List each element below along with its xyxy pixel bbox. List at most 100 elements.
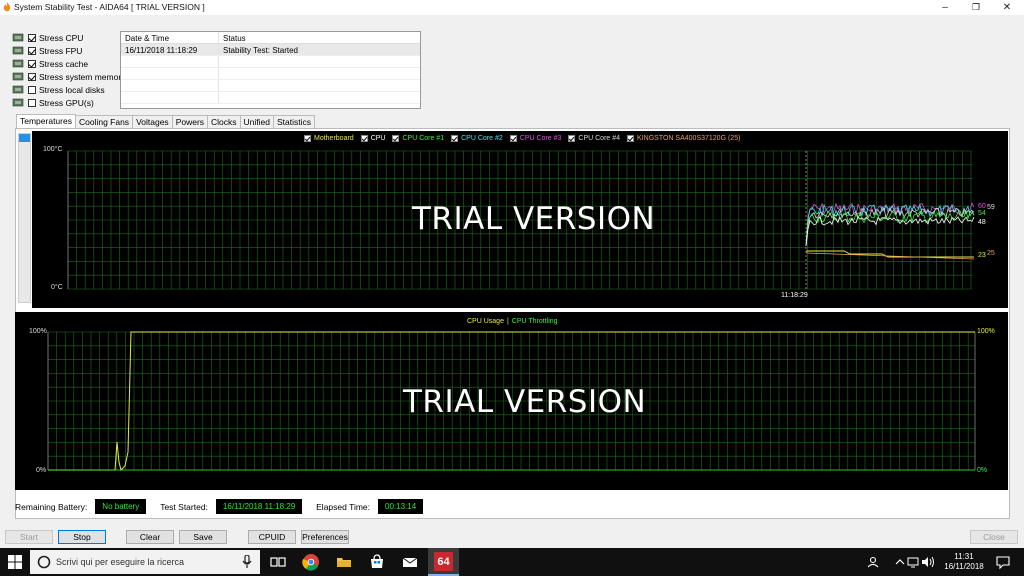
start-button[interactable]: Start	[5, 530, 53, 544]
close-icon: ✕	[1002, 2, 1012, 13]
close-window-button[interactable]: ✕	[992, 0, 1022, 15]
cache-icon	[12, 59, 24, 68]
minimize-button[interactable]: –	[930, 0, 960, 15]
legend-item[interactable]: CPU Core #2	[451, 135, 503, 142]
clock-time: 11:31	[954, 552, 974, 561]
chrome-icon[interactable]	[301, 552, 321, 572]
stress-option[interactable]: Stress cache	[12, 57, 125, 70]
taskbar-clock[interactable]: 11:31 16/11/2018	[938, 552, 990, 572]
legend-item[interactable]: Motherboard	[304, 135, 354, 142]
graph-tabs: Temperatures Cooling Fans Voltages Power…	[16, 114, 316, 128]
stress-option[interactable]: Stress CPU	[12, 31, 125, 44]
legend-item[interactable]: CPU Core #3	[509, 135, 562, 142]
cpuid-button[interactable]: CPUID	[248, 530, 296, 544]
stress-option[interactable]: Stress system memory	[12, 70, 125, 83]
window-title: System Stability Test - AIDA64 [ TRIAL V…	[14, 2, 205, 12]
usage-axis-min-right: 0%	[977, 467, 988, 474]
volume-icon[interactable]	[918, 552, 938, 572]
legend-checkbox[interactable]	[392, 135, 400, 142]
stress-checkbox[interactable]	[28, 46, 36, 55]
legend-label: CPU Core #3	[519, 135, 562, 142]
table-row[interactable]: 16/11/2018 11:18:29 Stability Test: Star…	[121, 44, 420, 56]
table-row-empty	[121, 56, 420, 68]
stress-option-label: Stress cache	[39, 58, 89, 69]
table-row-empty	[121, 92, 420, 104]
status-info: Remaining Battery: No battery Test Start…	[15, 499, 437, 514]
notification-center-icon[interactable]	[993, 552, 1013, 572]
file-explorer-icon[interactable]	[334, 552, 354, 572]
table-row-empty	[121, 80, 420, 92]
stress-checkbox[interactable]	[28, 59, 36, 68]
elapsed-time-value: 00:13:14	[378, 499, 424, 514]
legend-cpu-throttling: CPU Throttling	[511, 318, 558, 325]
legend-item[interactable]: CPU Core #1	[392, 135, 444, 142]
preferences-button[interactable]: Preferences	[301, 530, 349, 544]
legend-item[interactable]: CPU	[360, 135, 386, 142]
stress-option-label: Stress FPU	[39, 45, 83, 56]
log-col-datetime[interactable]: Date & Time	[121, 32, 219, 43]
legend-checkbox[interactable]	[360, 135, 368, 142]
log-datetime: 16/11/2018 11:18:29	[121, 44, 219, 55]
trial-watermark: TRIAL VERSION	[412, 201, 656, 237]
memory-icon	[12, 72, 24, 81]
mail-icon[interactable]	[400, 552, 420, 572]
temp-axis-max: 100°C	[43, 146, 63, 153]
value-label: 60	[978, 203, 986, 210]
tab-powers[interactable]: Powers	[171, 115, 209, 128]
button-bar: Start Stop Clear Save CPUID Preferences …	[0, 530, 1024, 545]
test-started-label: Test Started:	[160, 501, 208, 512]
taskbar-aida64-active[interactable]: 64	[428, 548, 459, 576]
temperature-graph: Motherboard CPU CPU Core #1 CPU Core #2 CPU …	[32, 131, 1008, 308]
scrollbar-thumb[interactable]	[19, 134, 30, 142]
store-icon[interactable]	[367, 552, 387, 572]
microphone-icon[interactable]	[242, 555, 252, 569]
stress-option[interactable]: Stress FPU	[12, 44, 125, 57]
close-button[interactable]: Close	[970, 530, 1018, 544]
stop-button[interactable]: Stop	[58, 530, 106, 544]
usage-axis-max-left: 100%	[29, 328, 47, 335]
windows-start-icon[interactable]	[8, 555, 22, 569]
value-label: 25	[987, 250, 995, 257]
legend-label: CPU Core #1	[402, 135, 445, 142]
usage-legend: CPU Usage | CPU Throttling	[467, 318, 558, 325]
stress-checkbox[interactable]	[28, 33, 36, 42]
minimize-icon: –	[942, 2, 948, 13]
legend-checkbox[interactable]	[509, 135, 517, 142]
legend-item[interactable]: KINGSTON SA400S37120G (25)	[627, 135, 740, 142]
task-view-icon[interactable]	[268, 552, 288, 572]
maximize-button[interactable]: ❐	[961, 0, 991, 15]
tab-clocks[interactable]: Clocks	[207, 115, 241, 128]
people-icon[interactable]	[864, 552, 884, 572]
stress-checkbox[interactable]	[28, 85, 36, 94]
stress-checkbox[interactable]	[28, 72, 36, 81]
tab-statistics[interactable]: Statistics	[273, 115, 316, 128]
sensor-scrollbar[interactable]	[18, 133, 31, 303]
tab-cooling-fans[interactable]: Cooling Fans	[74, 115, 134, 128]
legend-item[interactable]: CPU Core #4	[568, 135, 620, 142]
tab-temperatures[interactable]: Temperatures	[16, 114, 76, 128]
clear-button[interactable]: Clear	[126, 530, 174, 544]
stress-option[interactable]: Stress local disks	[12, 83, 125, 96]
taskbar-search-box[interactable]: Scrivi qui per eseguire la ricerca	[30, 550, 260, 574]
legend-label: CPU	[370, 135, 386, 142]
stress-option-label: Stress system memory	[39, 71, 126, 82]
tab-voltages[interactable]: Voltages	[132, 115, 173, 128]
legend-checkbox[interactable]	[568, 135, 576, 142]
log-col-status[interactable]: Status	[219, 32, 420, 43]
table-row-empty	[121, 68, 420, 80]
stress-options: Stress CPU Stress FPU Stress cache Stress s…	[12, 31, 125, 109]
value-label: 59	[987, 204, 995, 211]
stress-option[interactable]: Stress GPU(s)	[12, 96, 125, 109]
title-bar: System Stability Test - AIDA64 [ TRIAL V…	[0, 0, 1024, 15]
tab-unified[interactable]: Unified	[239, 115, 275, 128]
stress-checkbox[interactable]	[28, 98, 36, 107]
legend-checkbox[interactable]	[627, 135, 635, 142]
cortana-icon	[37, 555, 51, 569]
usage-axis-max-right: 100%	[977, 328, 995, 335]
save-button[interactable]: Save	[179, 530, 227, 544]
battery-label: Remaining Battery:	[15, 501, 88, 512]
legend-checkbox[interactable]	[304, 135, 311, 142]
legend-checkbox[interactable]	[451, 135, 459, 142]
gpu-icon	[12, 98, 24, 107]
stress-option-label: Stress local disks	[39, 84, 105, 95]
